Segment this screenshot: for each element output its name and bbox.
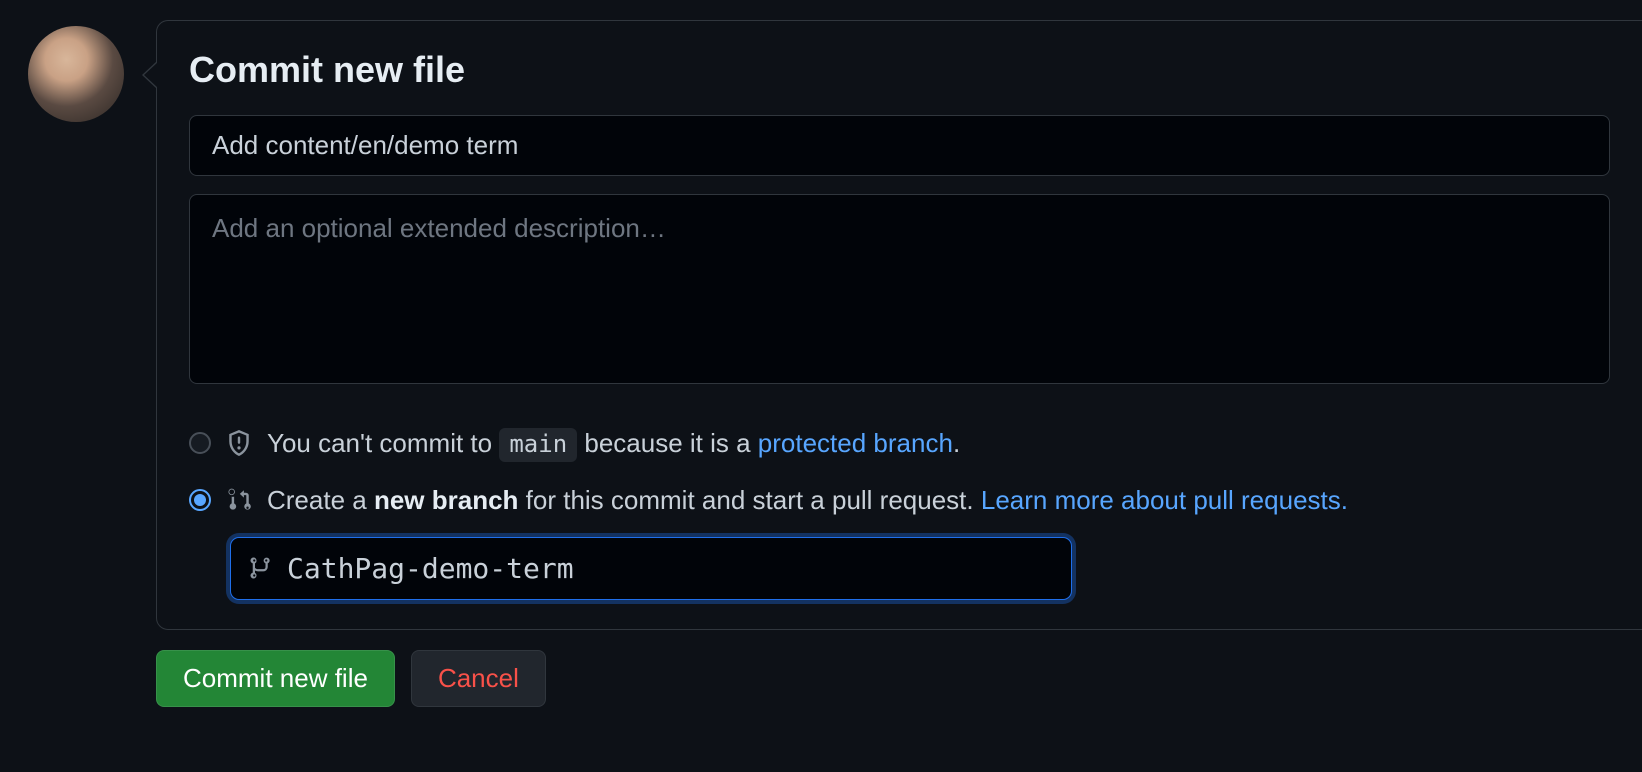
pull-request-icon [225, 486, 253, 514]
shield-icon [225, 429, 253, 457]
git-branch-icon [249, 556, 273, 580]
radio-commit-direct [189, 432, 211, 454]
option-commit-direct: You can't commit to main because it is a… [189, 425, 1610, 462]
actions-row: Commit new file Cancel [156, 650, 1642, 707]
radio-new-branch[interactable] [189, 489, 211, 511]
branch-name-field[interactable] [231, 538, 1071, 599]
option-newbranch-text: Create a new branch for this commit and … [267, 482, 1348, 518]
panel-title: Commit new file [189, 49, 1610, 91]
commit-button[interactable]: Commit new file [156, 650, 395, 707]
option-direct-text: You can't commit to main because it is a… [267, 425, 960, 462]
main-branch-chip: main [499, 428, 577, 462]
learn-pull-requests-link[interactable]: Learn more about pull requests. [981, 485, 1348, 515]
branch-name-input[interactable] [231, 538, 1071, 599]
cancel-button[interactable]: Cancel [411, 650, 546, 707]
commit-summary-input[interactable] [189, 115, 1610, 176]
protected-branch-link[interactable]: protected branch [758, 428, 953, 458]
commit-panel: Commit new file You can't commit to main… [156, 20, 1642, 630]
option-new-branch[interactable]: Create a new branch for this commit and … [189, 482, 1610, 518]
commit-description-textarea[interactable] [189, 194, 1610, 384]
avatar[interactable] [28, 26, 124, 122]
